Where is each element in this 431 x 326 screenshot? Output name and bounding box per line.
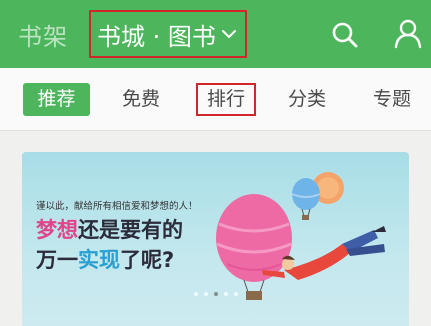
headline-text: 还是要有的 [78, 218, 183, 242]
user-icon[interactable] [394, 19, 422, 49]
headline-highlight-dream: 梦想 [36, 218, 78, 242]
book-store-screen: 书架 书城 · 图书 推荐 免费 排行 分类 专题 谨以此，献给所有相信爱和梦想… [0, 0, 431, 326]
carousel-dot[interactable] [233, 292, 238, 296]
store-section-tabs: 推荐 免费 排行 分类 专题 [0, 68, 431, 131]
tab-category[interactable]: 分类 [285, 83, 329, 116]
headline-text: 万一 [36, 248, 78, 272]
bookshelf-tab[interactable]: 书架 [18, 17, 68, 52]
tab-recommend[interactable]: 推荐 [23, 83, 90, 116]
chevron-down-icon [221, 30, 236, 38]
banner-headline-line2: 万一实现了呢? [36, 244, 174, 274]
banner-headline-line1: 梦想还是要有的 [36, 214, 183, 244]
carousel-dot[interactable] [203, 292, 208, 296]
carousel-dot[interactable] [213, 292, 218, 296]
carousel-dot[interactable] [223, 292, 228, 296]
store-title: 书城 · 图书 [97, 22, 216, 51]
carousel-indicator [22, 292, 409, 296]
search-icon[interactable] [331, 21, 359, 49]
tab-topics[interactable]: 专题 [369, 83, 415, 116]
banner-dedication: 谨以此，献给所有相信爱和梦想的人！ [36, 201, 198, 212]
carousel-dot[interactable] [193, 292, 198, 296]
headline-text: 了呢? [120, 248, 175, 272]
tab-ranking[interactable]: 排行 [196, 83, 256, 116]
store-category-selector[interactable]: 书城 · 图书 [89, 10, 247, 58]
headline-highlight-realize: 实现 [78, 248, 120, 272]
top-app-bar: 书架 书城 · 图书 [0, 0, 431, 68]
promo-banner[interactable]: 谨以此，献给所有相信爱和梦想的人！ 梦想还是要有的 万一实现了呢? [22, 152, 409, 326]
tab-free[interactable]: 免费 [117, 83, 165, 116]
